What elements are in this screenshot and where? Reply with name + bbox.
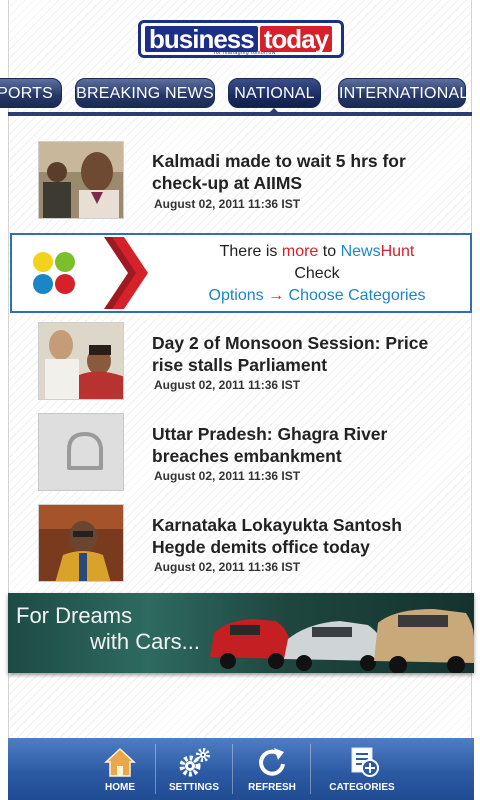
categories-label: CATEGORIES [329,782,395,793]
promo-brand-news: News [340,243,381,260]
business-today-logo: business today for managing tomorrow [138,20,344,58]
tab-international[interactable]: INTERNATIONAL [338,78,468,108]
tab-underline [8,112,472,116]
settings-label: SETTINGS [168,782,219,793]
news-date: August 02, 2011 11:36 IST [154,560,301,574]
home-icon [104,747,136,777]
ad-line-2: with Cars... [90,629,201,654]
news-item[interactable]: Karnataka Lokayukta Santosh Hegde demits… [38,504,458,584]
news-thumbnail [38,141,124,219]
promo-choose-categories: Choose Categories [288,287,426,304]
nav-divider [232,744,233,794]
news-item[interactable]: Kalmadi made to wait 5 hrs for check-up … [38,141,458,221]
promo-text: There is [219,243,282,260]
promo-message: There is more to NewsHunt Check Options … [162,241,472,307]
logo-word-today: today [259,26,333,52]
category-tabs: PORTS BREAKING NEWS NATIONAL INTERNATION… [0,78,480,110]
promo-text: to [318,243,341,260]
newshunt-promo-banner[interactable]: There is more to NewsHunt Check Options … [10,233,472,313]
promo-brand-hunt: Hunt [380,243,415,260]
news-item[interactable]: Day 2 of Monsoon Session: Price rise sta… [38,322,458,402]
ad-line-1: For Dreams [16,603,133,628]
logo-word-business: business [145,26,258,52]
news-headline: Day 2 of Monsoon Session: Price rise sta… [152,333,429,375]
settings-button[interactable]: SETTINGS [156,738,232,800]
categories-button[interactable]: CATEGORIES [314,738,410,800]
news-item[interactable]: Uttar Pradesh: Ghagra River breaches emb… [38,413,458,493]
promo-line-2: Check [294,265,340,282]
promo-line-3: Options → Choose Categories [162,285,472,307]
active-tab-indicator [268,108,280,114]
tab-breaking-news[interactable]: BREAKING NEWS [75,78,215,108]
cars-image [210,609,474,673]
promo-highlight-more: more [281,243,319,260]
placeholder-image-icon [67,432,103,470]
arrow-right-icon: → [263,287,289,304]
news-date: August 02, 2011 11:36 IST [154,378,301,392]
ad-slogan: For Dreams with Cars... [16,603,200,655]
refresh-button[interactable]: REFRESH [234,738,310,800]
tab-sports[interactable]: PORTS [0,78,62,108]
refresh-icon [259,748,285,776]
news-headline: Uttar Pradesh: Ghagra River breaches emb… [152,424,388,466]
bottom-navigation-bar: HOME SETTINGS REFRESH CATEGORIES [8,738,474,800]
nav-divider [310,744,311,794]
tab-national[interactable]: NATIONAL [228,78,321,108]
logo-tagline: for managing tomorrow [214,50,276,56]
home-label: HOME [105,782,135,793]
news-thumbnail [38,322,124,400]
news-headline: Karnataka Lokayukta Santosh Hegde demits… [152,515,402,557]
news-thumbnail [38,504,124,582]
gear-icon [179,748,210,777]
news-headline: Kalmadi made to wait 5 hrs for check-up … [152,151,406,193]
categories-icon [351,747,379,777]
home-button[interactable]: HOME [78,738,162,800]
car-advertisement-banner[interactable]: For Dreams with Cars... [8,593,474,673]
promo-options: Options [208,287,264,304]
newshunt-logo-icon [33,237,148,309]
news-date: August 02, 2011 11:36 IST [154,197,301,211]
refresh-label: REFRESH [248,782,296,793]
news-date: August 02, 2011 11:36 IST [154,469,301,483]
news-thumbnail [38,413,124,491]
promo-line-1: There is more to NewsHunt [162,241,472,263]
